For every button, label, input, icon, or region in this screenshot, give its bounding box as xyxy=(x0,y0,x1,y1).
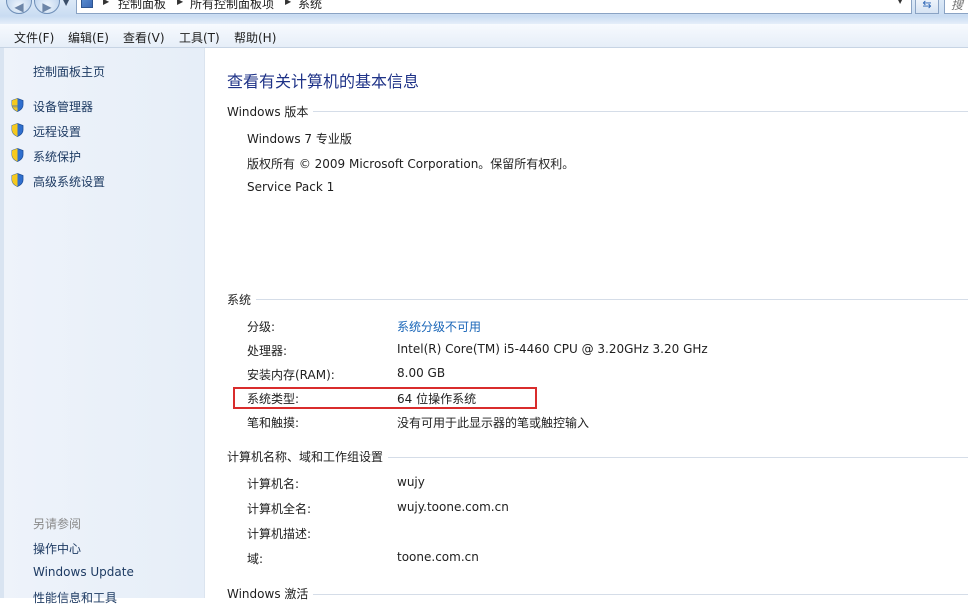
uac-shield-icon xyxy=(11,123,24,137)
toolbar-gradient xyxy=(0,16,968,24)
section-divider xyxy=(388,457,968,458)
forward-arrow-icon: ▶ xyxy=(42,0,52,14)
sidebar-item-windows-update[interactable]: Windows Update xyxy=(33,565,134,579)
page-title: 查看有关计算机的基本信息 xyxy=(227,72,420,91)
address-bar-area: ◀ ▶ ▼ ▶ 控制面板 ▶ 所有控制面板项 ▶ 系统 ▼ ⇆ xyxy=(0,0,968,16)
pen-touch-label: 笔和触摸: xyxy=(247,416,300,430)
control-panel-icon xyxy=(81,0,93,8)
search-input[interactable] xyxy=(944,0,968,14)
menu-help[interactable]: 帮助(H) xyxy=(234,29,276,46)
edition-service-pack: Service Pack 1 xyxy=(247,180,335,194)
section-divider xyxy=(313,594,968,595)
edition-name: Windows 7 专业版 xyxy=(247,132,352,146)
breadcrumb-separator-icon[interactable]: ▶ xyxy=(285,0,291,6)
sidebar-control-panel-home[interactable]: 控制面板主页 xyxy=(33,63,105,80)
section-divider xyxy=(313,111,968,112)
edition-copyright: 版权所有 © 2009 Microsoft Corporation。保留所有权利… xyxy=(247,157,575,171)
sidebar xyxy=(0,48,205,598)
menu-bar: 文件(F) 编辑(E) 查看(V) 工具(T) 帮助(H) xyxy=(0,24,968,48)
forward-button[interactable]: ▶ xyxy=(34,0,60,14)
sidebar-see-also-heading: 另请参阅 xyxy=(33,517,82,531)
address-field[interactable]: ▶ 控制面板 ▶ 所有控制面板项 ▶ 系统 ▼ xyxy=(76,0,912,14)
domain-label: 域: xyxy=(247,552,264,566)
sidebar-item-remote-settings[interactable]: 远程设置 xyxy=(33,123,81,140)
full-computer-name-label: 计算机全名: xyxy=(247,502,312,516)
domain-value: toone.com.cn xyxy=(397,550,479,564)
sidebar-edge xyxy=(0,48,4,598)
uac-shield-icon xyxy=(11,148,24,162)
sidebar-item-system-protection[interactable]: 系统保护 xyxy=(33,148,81,165)
computer-name-value: wujy xyxy=(397,475,425,489)
section-heading-computer-name: 计算机名称、域和工作组设置 xyxy=(227,450,384,464)
computer-description-label: 计算机描述: xyxy=(247,527,312,541)
section-heading-edition: Windows 版本 xyxy=(227,105,309,119)
refresh-icon: ⇆ xyxy=(922,0,932,11)
breadcrumb-all-items[interactable]: 所有控制面板项 xyxy=(190,0,274,12)
menu-tools[interactable]: 工具(T) xyxy=(179,29,220,46)
sidebar-item-action-center[interactable]: 操作中心 xyxy=(33,540,81,557)
full-computer-name-value: wujy.toone.com.cn xyxy=(397,500,509,514)
menu-view[interactable]: 查看(V) xyxy=(123,29,165,46)
breadcrumb-control-panel[interactable]: 控制面板 xyxy=(118,0,166,12)
recent-pages-chevron-down-icon[interactable]: ▼ xyxy=(63,0,69,7)
system-rating-label: 分级: xyxy=(247,320,276,334)
uac-shield-icon xyxy=(11,173,24,187)
pen-touch-value: 没有可用于此显示器的笔或触控输入 xyxy=(397,416,590,430)
processor-label: 处理器: xyxy=(247,344,288,358)
section-divider xyxy=(256,299,968,300)
breadcrumb-separator-icon[interactable]: ▶ xyxy=(103,0,109,6)
breadcrumb-separator-icon[interactable]: ▶ xyxy=(177,0,183,6)
red-highlight-box xyxy=(233,387,537,409)
refresh-button[interactable]: ⇆ xyxy=(915,0,939,14)
menu-edit[interactable]: 编辑(E) xyxy=(68,29,109,46)
computer-name-label: 计算机名: xyxy=(247,477,300,491)
processor-value: Intel(R) Core(TM) i5-4460 CPU @ 3.20GHz … xyxy=(397,342,708,356)
sidebar-item-device-manager[interactable]: 设备管理器 xyxy=(33,98,93,115)
system-rating-link[interactable]: 系统分级不可用 xyxy=(397,318,481,335)
uac-shield-icon xyxy=(11,98,24,112)
ram-value: 8.00 GB xyxy=(397,366,446,380)
menu-file[interactable]: 文件(F) xyxy=(14,29,54,46)
breadcrumb-system[interactable]: 系统 xyxy=(298,0,322,12)
back-arrow-icon: ◀ xyxy=(14,0,24,14)
section-heading-system: 系统 xyxy=(227,293,252,307)
ram-label: 安装内存(RAM): xyxy=(247,368,335,382)
address-history-chevron-down-icon[interactable]: ▼ xyxy=(897,0,903,5)
back-button[interactable]: ◀ xyxy=(6,0,32,14)
sidebar-item-advanced-system-settings[interactable]: 高级系统设置 xyxy=(33,173,105,190)
section-heading-activation: Windows 激活 xyxy=(227,587,309,601)
